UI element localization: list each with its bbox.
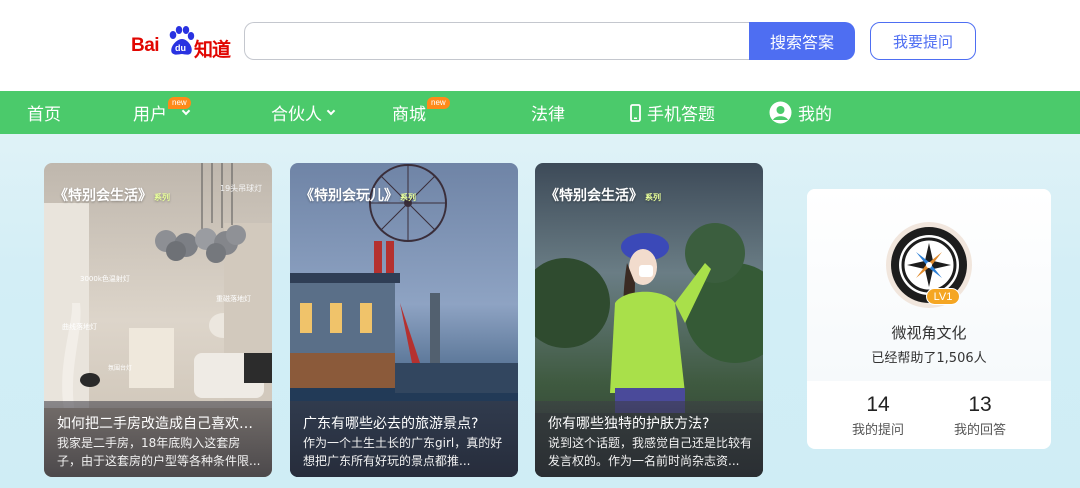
chevron-down-icon [326, 106, 336, 115]
feature-card[interactable]: 19头吊球灯 3000k色温射灯 重磁落地灯 曲线落地灯 氛围台灯 《特别会生活… [44, 163, 272, 477]
series-label: 《特别会生活》 系列 [545, 185, 661, 205]
nav-label: 商城 [392, 105, 426, 125]
series-label: 《特别会玩儿》 系列 [300, 185, 416, 205]
nav-item-law[interactable]: 法律 [531, 91, 565, 134]
nav-item-partner[interactable]: 合伙人 [271, 91, 336, 134]
logo-text-du: du [175, 43, 186, 53]
image-caption: 曲线落地灯 [62, 322, 97, 331]
level-badge: LV1 [926, 288, 960, 305]
series-suffix: 系列 [645, 193, 661, 202]
header: Bai du 知道 搜索答案 我要提问 [0, 0, 1080, 91]
image-caption: 氛围台灯 [108, 364, 132, 372]
questions-count: 14 [866, 393, 890, 416]
card-description: 作为一个土生土长的广东girl，真的好想把广东所有好玩的景点都推... [303, 436, 503, 468]
card-title[interactable]: 你有哪些独特的护肤方法? [548, 413, 756, 433]
series-name: 《特别会生活》 [54, 188, 152, 204]
logo-text-zhidao: 知道 [194, 39, 231, 61]
ask-question-button[interactable]: 我要提问 [870, 22, 976, 60]
main-nav: 首页 用户 new 合伙人 商城 new 法律 手机答题 我的 [0, 91, 1080, 134]
search-box [244, 22, 750, 60]
card-description: 我家是二手房，18年底购入这套房子，由于这套房的户型等各种条件限... [57, 436, 261, 468]
series-label: 《特别会生活》 系列 [54, 185, 170, 205]
card-title[interactable]: 广东有哪些必去的旅游景点? [303, 413, 511, 433]
profile-name[interactable]: 微视角文化 [807, 322, 1051, 343]
image-caption: 重磁落地灯 [216, 294, 251, 303]
helped-count: 已经帮助了1,506人 [871, 351, 987, 366]
nav-item-mine[interactable]: 我的 [769, 91, 832, 134]
feature-card[interactable]: 《特别会生活》 系列 你有哪些独特的护肤方法? 说到这个话题，我感觉自己还是比较有… [535, 163, 763, 477]
image-caption: 19头吊球灯 [220, 183, 262, 193]
nav-label: 手机答题 [647, 105, 715, 125]
search-button[interactable]: 搜索答案 [749, 22, 855, 60]
series-suffix: 系列 [400, 193, 416, 202]
user-profile-card: LV1 微视角文化 已经帮助了1,506人 14 我的提问 13 我的回答 [807, 189, 1051, 449]
nav-item-user[interactable]: 用户 new [133, 91, 191, 134]
search-input[interactable] [245, 23, 750, 59]
questions-label: 我的提问 [851, 423, 904, 438]
baidu-zhidao-logo[interactable]: Bai du 知道 [131, 24, 231, 61]
answers-count: 13 [968, 393, 992, 416]
nav-item-mall[interactable]: 商城 new [392, 91, 450, 134]
baidu-paw-icon: du [169, 26, 195, 55]
nav-label: 合伙人 [271, 105, 322, 125]
nav-item-mobile-answer[interactable]: 手机答题 [630, 91, 715, 134]
answers-label: 我的回答 [953, 423, 1006, 438]
card-title[interactable]: 如何把二手房改造成自己喜欢的... [57, 413, 265, 433]
feature-card[interactable]: 《特别会玩儿》 系列 广东有哪些必去的旅游景点? 作为一个土生土长的广东girl，… [290, 163, 518, 477]
image-caption: 3000k色温射灯 [80, 274, 130, 283]
series-name: 《特别会玩儿》 [300, 188, 398, 204]
my-answers-stat[interactable]: 13 我的回答 [925, 393, 1035, 438]
content-area: 19头吊球灯 3000k色温射灯 重磁落地灯 曲线落地灯 氛围台灯 《特别会生活… [0, 134, 1080, 488]
series-suffix: 系列 [154, 193, 170, 202]
nav-item-home[interactable]: 首页 [27, 91, 61, 134]
mobile-phone-icon [630, 103, 641, 122]
nav-label: 用户 [133, 105, 167, 125]
nav-label: 我的 [798, 105, 832, 125]
new-badge: new [427, 97, 450, 109]
my-questions-stat[interactable]: 14 我的提问 [823, 393, 933, 438]
series-name: 《特别会生活》 [545, 188, 643, 204]
card-description: 说到这个话题，我感觉自己还是比较有发言权的。作为一名前时尚杂志资... [548, 436, 753, 468]
logo-text-bai: Bai [131, 35, 160, 56]
nav-label: 法律 [531, 105, 565, 125]
nav-label: 首页 [27, 105, 61, 125]
user-avatar-icon [769, 101, 792, 124]
